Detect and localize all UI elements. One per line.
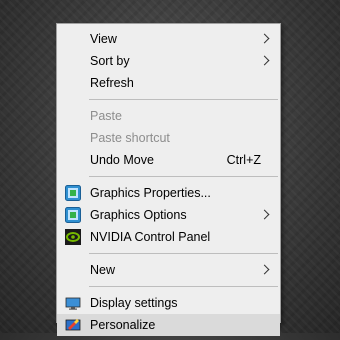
keyboard-shortcut: Ctrl+Z	[226, 153, 261, 167]
personalize-icon	[65, 317, 81, 333]
menu-item-nvidia-label: NVIDIA Control Panel	[90, 230, 211, 244]
menu-item-paste[interactable]: Paste	[57, 105, 280, 127]
nvidia-icon	[65, 229, 81, 245]
chevron-right-icon	[259, 55, 270, 66]
menu-item-undo-move[interactable]: Undo Move Ctrl+Z	[57, 149, 280, 171]
menu-item-view[interactable]: View	[57, 28, 280, 50]
desktop-context-menu: View Sort by Refresh Paste Paste shortcu…	[56, 23, 281, 336]
menu-separator	[89, 253, 278, 254]
menu-item-view-label: View	[90, 32, 117, 46]
menu-item-sort-by-label: Sort by	[90, 54, 130, 68]
menu-item-graphics-options[interactable]: Graphics Options	[57, 204, 280, 226]
intel-graphics-icon	[65, 207, 81, 223]
display-icon	[65, 295, 81, 311]
menu-separator	[89, 176, 278, 177]
chevron-right-icon	[259, 33, 270, 44]
menu-item-refresh-label: Refresh	[90, 76, 134, 90]
chevron-right-icon	[259, 209, 270, 220]
menu-item-graphics-properties-label: Graphics Properties...	[90, 186, 211, 200]
menu-item-display-settings[interactable]: Display settings	[57, 292, 280, 314]
menu-item-undo-move-label: Undo Move	[90, 153, 154, 167]
menu-item-display-settings-label: Display settings	[90, 296, 178, 310]
menu-item-sort-by[interactable]: Sort by	[57, 50, 280, 72]
menu-item-paste-shortcut[interactable]: Paste shortcut	[57, 127, 280, 149]
menu-item-graphics-properties[interactable]: Graphics Properties...	[57, 182, 280, 204]
menu-item-refresh[interactable]: Refresh	[57, 72, 280, 94]
menu-separator	[89, 99, 278, 100]
menu-item-paste-label: Paste	[90, 109, 122, 123]
menu-item-personalize-label: Personalize	[90, 318, 156, 332]
menu-item-paste-shortcut-label: Paste shortcut	[90, 131, 170, 145]
menu-separator	[89, 286, 278, 287]
menu-item-graphics-options-label: Graphics Options	[90, 208, 187, 222]
menu-item-new-label: New	[90, 263, 116, 277]
intel-graphics-icon	[65, 185, 81, 201]
menu-item-nvidia-control-panel[interactable]: NVIDIA Control Panel	[57, 226, 280, 248]
menu-item-new[interactable]: New	[57, 259, 280, 281]
chevron-right-icon	[259, 264, 270, 275]
